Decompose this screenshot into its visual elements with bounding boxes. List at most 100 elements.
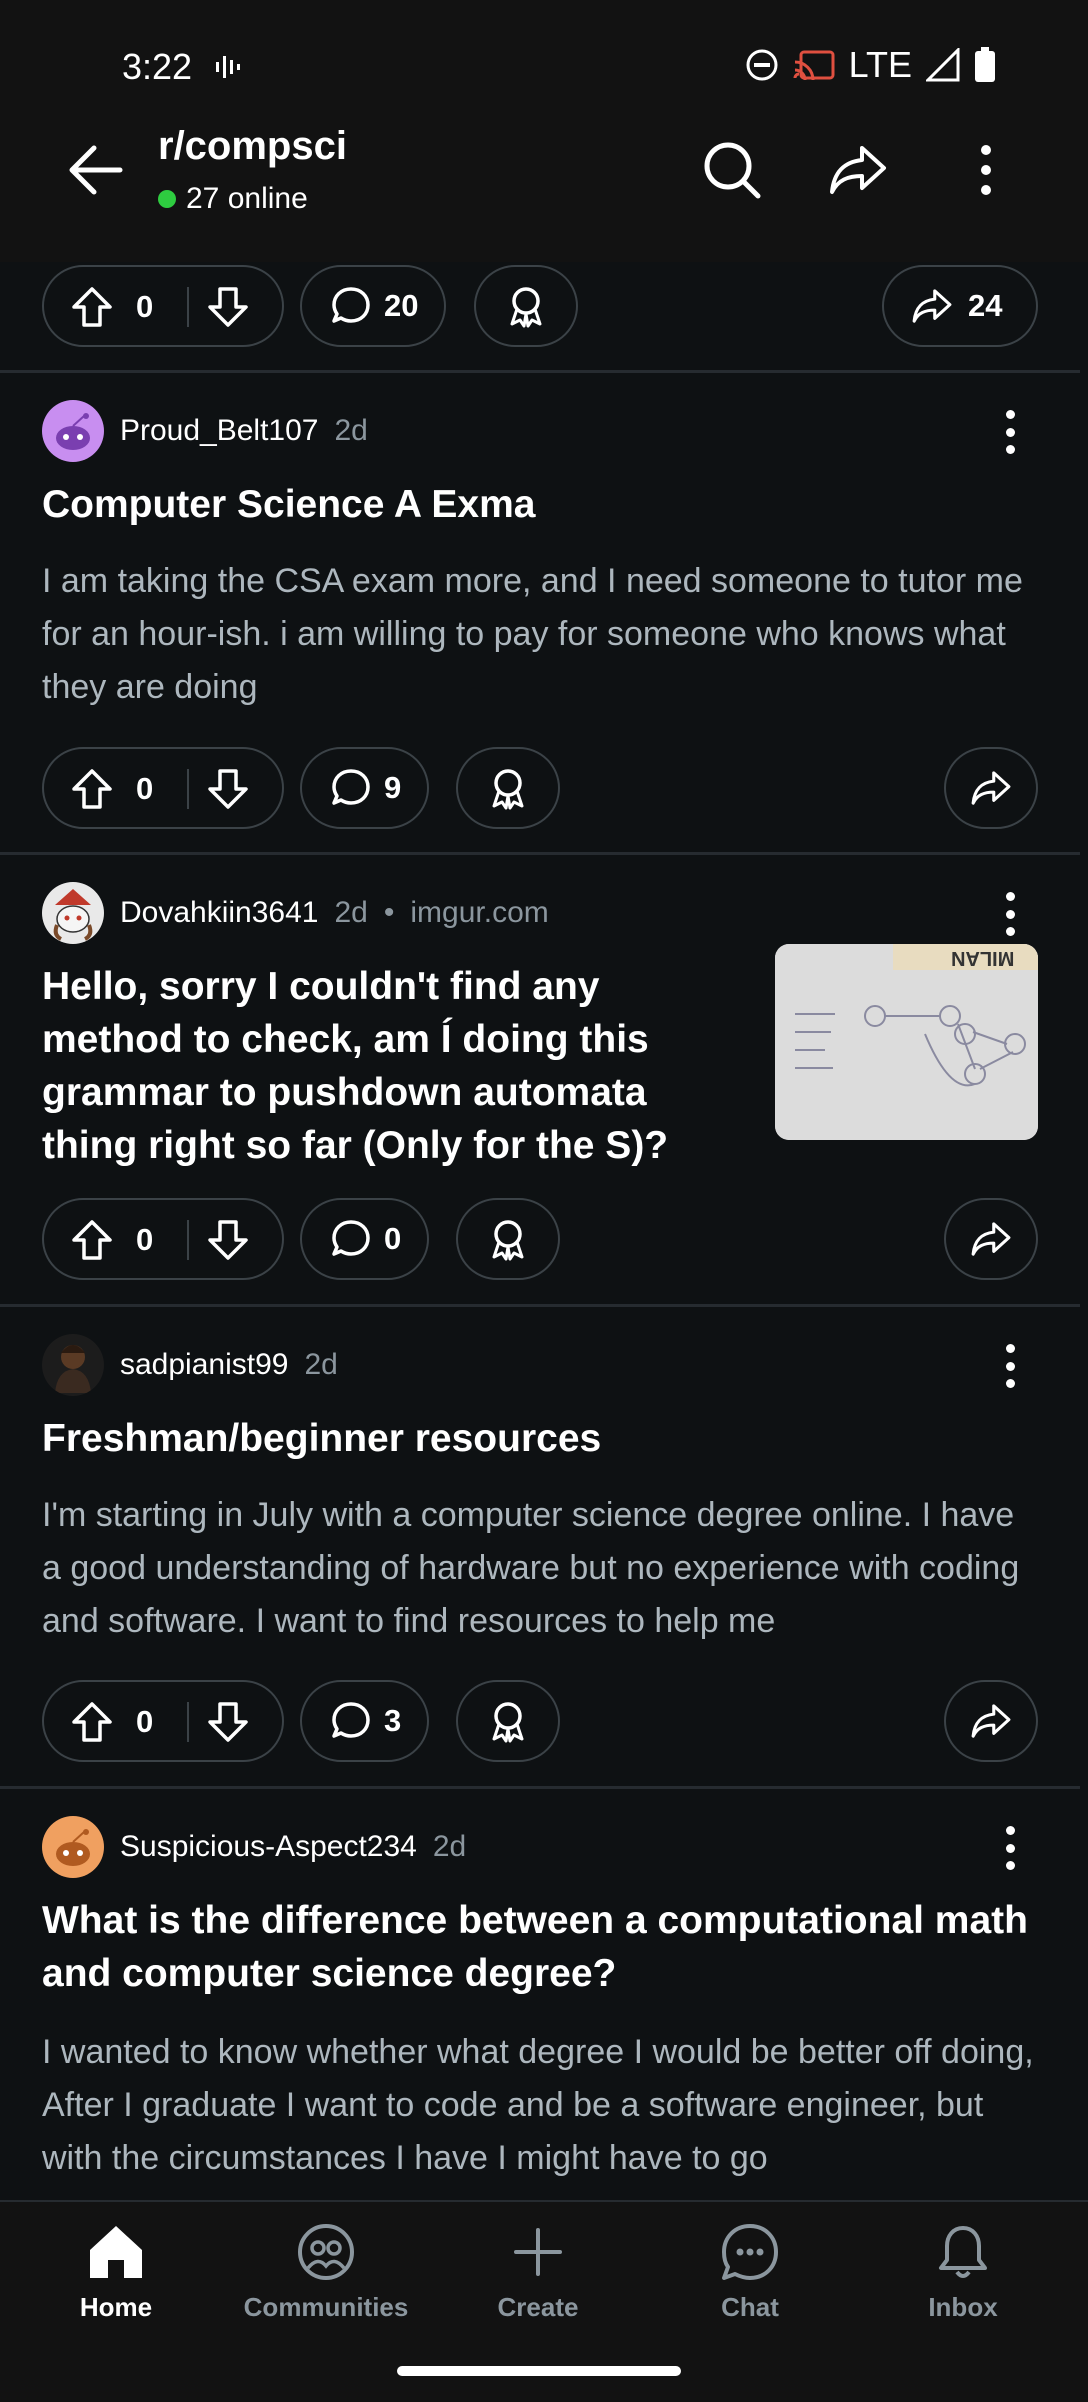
vote-separator	[187, 1702, 189, 1742]
downvote-icon[interactable]	[206, 1218, 250, 1262]
post-age: 2d	[334, 414, 368, 447]
vote-count: 0	[136, 771, 154, 806]
network-label: LTE	[848, 44, 912, 85]
post-title[interactable]: Freshman/beginner resources	[42, 1412, 1042, 1465]
share-icon	[971, 1704, 1011, 1738]
comment-count: 9	[384, 770, 402, 805]
post-menu-button[interactable]	[990, 410, 1030, 454]
share-post-button[interactable]: 24	[882, 265, 1038, 347]
avatar[interactable]	[42, 882, 104, 944]
online-count: 27 online	[158, 182, 308, 216]
avatar[interactable]	[42, 1816, 104, 1878]
back-button[interactable]	[60, 134, 132, 206]
nav-home-label: Home	[79, 2292, 153, 2322]
comments-button[interactable]: 3	[300, 1680, 430, 1762]
post-menu-button[interactable]	[990, 1344, 1030, 1388]
meta-separator: •	[383, 896, 395, 929]
create-icon	[514, 2228, 562, 2276]
vote-count: 0	[136, 1222, 154, 1257]
more-options-button[interactable]	[950, 134, 1022, 206]
snoo-avatar-icon	[55, 1345, 91, 1393]
share-icon	[830, 146, 886, 194]
post-meta: Dovahkiin3641 2d • imgur.com	[42, 882, 549, 944]
subreddit-title[interactable]: r/compsci	[158, 124, 347, 169]
avatar[interactable]	[42, 1334, 104, 1396]
snoo-avatar-icon	[56, 413, 90, 450]
vote-control: 0	[42, 1198, 284, 1280]
post-author[interactable]: Suspicious-Aspect234	[120, 1830, 417, 1864]
award-button[interactable]	[456, 1680, 560, 1762]
post-domain[interactable]: imgur.com	[410, 896, 548, 930]
comment-count: 20	[384, 288, 419, 323]
battery-icon	[975, 47, 995, 82]
share-icon	[971, 771, 1011, 805]
comments-button[interactable]: 9	[300, 747, 430, 829]
post-title[interactable]: Computer Science A Exma	[42, 478, 1042, 531]
post-actions: 0 0	[0, 1198, 1088, 1284]
audio-wave-icon	[216, 56, 240, 78]
comment-icon	[332, 1702, 370, 1738]
divider	[0, 852, 1080, 855]
post-author[interactable]: Proud_Belt107	[120, 414, 319, 448]
avatar[interactable]	[42, 400, 104, 462]
upvote-icon[interactable]	[70, 767, 114, 811]
downvote-icon[interactable]	[206, 767, 250, 811]
nav-chat[interactable]: Chat	[660, 2222, 840, 2352]
post-age: 2d	[334, 896, 368, 929]
award-button[interactable]	[474, 265, 578, 347]
post-author[interactable]: Dovahkiin3641	[120, 896, 318, 930]
upvote-icon[interactable]	[70, 1700, 114, 1744]
post-actions: 0 20 24	[0, 265, 1088, 351]
nav-home[interactable]: Home	[26, 2222, 206, 2352]
post-age: 2d	[432, 1830, 467, 1863]
vote-separator	[187, 769, 189, 809]
award-icon	[492, 1220, 524, 1261]
nav-communities-label: Communities	[243, 2292, 409, 2322]
nav-create-label: Create	[497, 2292, 579, 2322]
share-button[interactable]	[822, 134, 894, 206]
award-button[interactable]	[456, 1198, 560, 1280]
handwritten-notes-image	[775, 944, 1038, 1140]
nav-create[interactable]: Create	[448, 2222, 628, 2352]
vote-count: 0	[136, 1704, 154, 1739]
post-body: I'm starting in July with a computer sci…	[42, 1489, 1042, 1648]
snoo-avatar-icon	[53, 889, 93, 941]
post-title[interactable]: Hello, sorry I couldn't find any method …	[42, 960, 742, 1172]
snoo-avatar-icon	[56, 1829, 90, 1866]
comments-button[interactable]: 20	[300, 265, 447, 347]
home-icon	[90, 2226, 142, 2278]
comments-button[interactable]: 0	[300, 1198, 430, 1280]
post-title[interactable]: What is the difference between a computa…	[42, 1894, 1042, 2000]
divider	[0, 1786, 1080, 1789]
nav-communities[interactable]: Communities	[236, 2222, 416, 2352]
award-icon	[492, 1702, 524, 1743]
home-indicator[interactable]	[397, 2366, 681, 2376]
search-button[interactable]	[696, 134, 768, 206]
vote-control: 0	[42, 265, 284, 347]
upvote-icon[interactable]	[70, 285, 114, 329]
divider	[0, 1304, 1080, 1307]
share-post-button[interactable]	[944, 1680, 1038, 1762]
post-thumbnail[interactable]: MILAN	[775, 944, 1038, 1140]
post-author[interactable]: sadpianist99	[120, 1348, 288, 1382]
post-age: 2d	[304, 1348, 338, 1381]
post-menu-button[interactable]	[990, 1826, 1030, 1870]
upvote-icon[interactable]	[70, 1218, 114, 1262]
divider	[0, 370, 1080, 373]
status-icons: LTE	[745, 44, 996, 86]
more-vert-icon	[981, 145, 991, 195]
share-post-button[interactable]	[944, 1198, 1038, 1280]
award-icon	[492, 769, 524, 810]
comment-icon	[332, 1220, 370, 1256]
downvote-icon[interactable]	[206, 285, 250, 329]
online-dot-icon	[158, 190, 176, 208]
thumbnail-caption: MILAN	[950, 947, 1014, 969]
inbox-icon	[939, 2226, 987, 2278]
downvote-icon[interactable]	[206, 1700, 250, 1744]
online-text: 27 online	[186, 182, 308, 215]
award-button[interactable]	[456, 747, 560, 829]
post-menu-button[interactable]	[990, 892, 1030, 936]
nav-inbox[interactable]: Inbox	[873, 2222, 1053, 2352]
share-post-button[interactable]	[944, 747, 1038, 829]
dnd-icon	[746, 49, 778, 81]
